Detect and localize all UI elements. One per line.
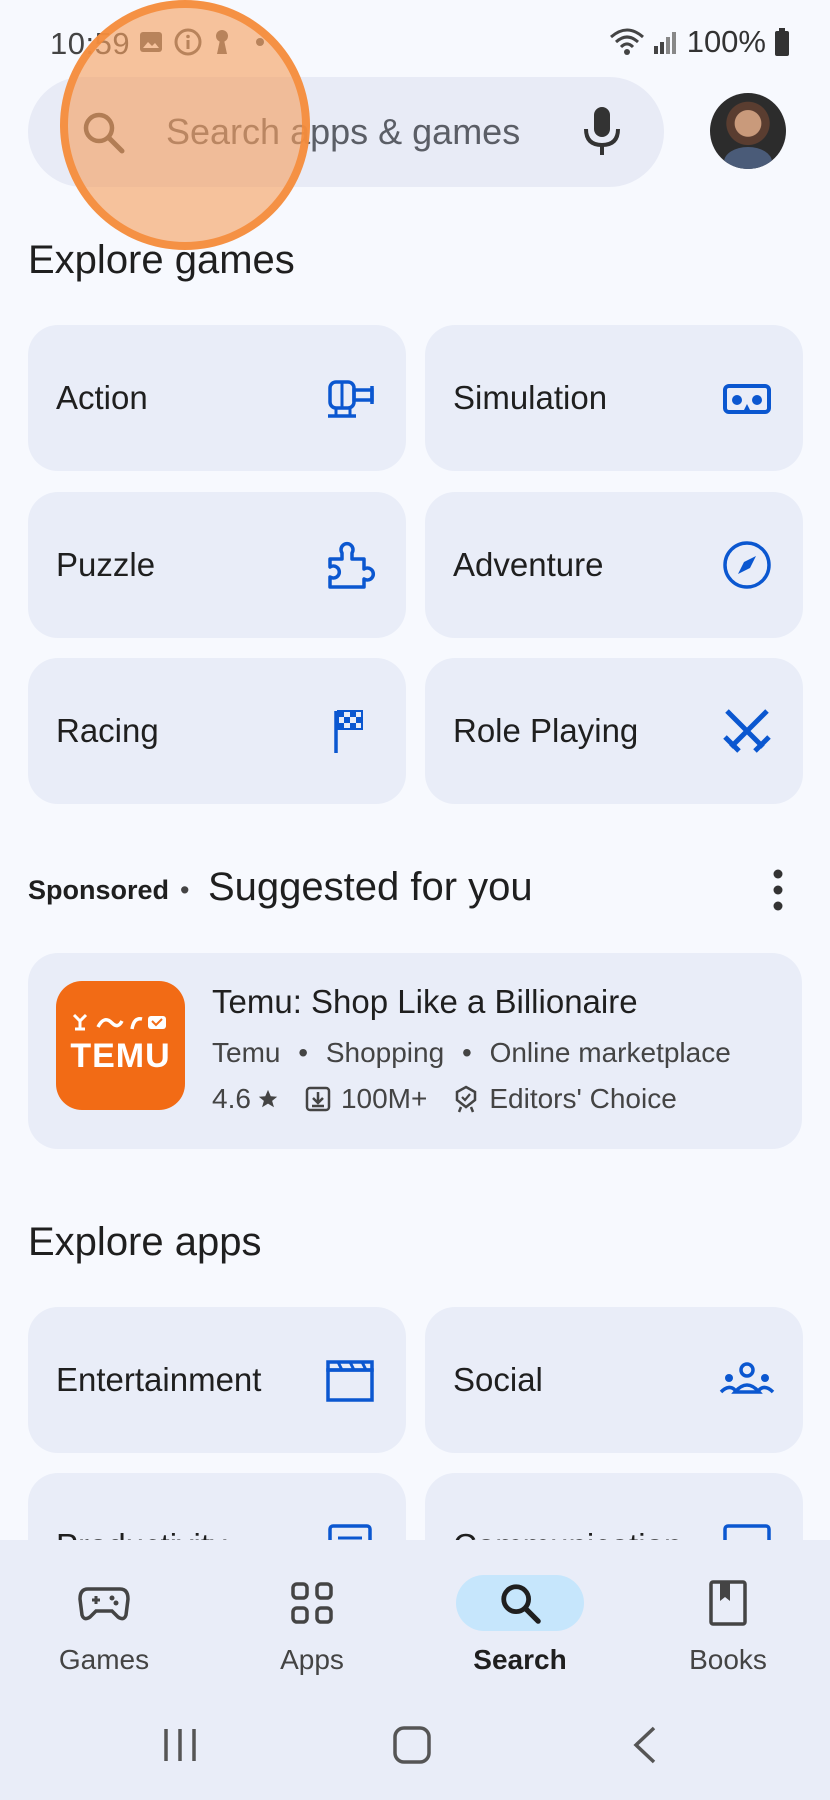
apps-grid-icon: [291, 1582, 333, 1624]
info-icon: [174, 28, 202, 56]
crossed-swords-icon: [723, 709, 771, 753]
explore-apps-title: Explore apps: [28, 1220, 262, 1264]
book-icon: [709, 1580, 747, 1626]
category-tile-entertainment[interactable]: Entertainment: [28, 1307, 406, 1453]
app-badge: Editors' Choice: [489, 1083, 677, 1114]
suggested-header: Sponsored • Suggested for you: [28, 865, 788, 915]
tile-label: Racing: [56, 712, 159, 749]
tile-label: Social: [453, 1361, 543, 1398]
app-stats: 4.6 100M+ Editors' Choice: [212, 1083, 677, 1115]
battery-percent: 100%: [686, 24, 766, 59]
recent-apps-icon[interactable]: [160, 1725, 200, 1765]
bottom-navigation: Games Apps Search Books: [0, 1540, 830, 1800]
people-icon: [719, 1362, 775, 1394]
meta-separator: •: [298, 1037, 309, 1068]
separator-dot: •: [180, 875, 190, 905]
nav-books[interactable]: Books: [648, 1568, 808, 1676]
keyhole-icon: [216, 30, 228, 54]
category-tile-racing[interactable]: Racing: [28, 658, 406, 804]
category-tile-adventure[interactable]: Adventure: [425, 492, 803, 638]
gamepad-icon: [78, 1587, 130, 1621]
search-bar[interactable]: [28, 77, 664, 187]
notification-icons: [138, 28, 264, 56]
image-icon: [140, 32, 162, 52]
account-avatar[interactable]: [710, 93, 786, 169]
download-icon: [305, 1086, 331, 1112]
compass-icon: [723, 541, 771, 589]
clapperboard-icon: [326, 1360, 374, 1402]
app-tag: Online marketplace: [489, 1037, 731, 1068]
nav-label: Games: [58, 1644, 150, 1675]
editors-choice-icon: [456, 1085, 477, 1113]
nav-label: Apps: [280, 1644, 344, 1675]
app-name: Temu: Shop Like a Billionaire: [212, 983, 638, 1020]
nav-label: Search: [473, 1644, 567, 1675]
microphone-icon[interactable]: [580, 103, 624, 159]
back-icon[interactable]: [630, 1724, 660, 1766]
nav-games[interactable]: Games: [24, 1568, 184, 1676]
status-bar: 10:59 100%: [0, 0, 830, 80]
nav-search[interactable]: Search: [440, 1568, 600, 1676]
search-input[interactable]: [166, 105, 566, 159]
app-developer: Temu: [212, 1037, 281, 1068]
tile-label: Simulation: [453, 379, 608, 416]
explore-games-title: Explore games: [28, 238, 295, 282]
temu-logo-marks: [72, 1013, 166, 1031]
category-tile-social[interactable]: Social: [425, 1307, 803, 1453]
app-category: Shopping: [325, 1037, 445, 1068]
tile-label: Entertainment: [56, 1361, 262, 1398]
app-downloads: 100M+: [340, 1083, 428, 1114]
sponsored-app-card[interactable]: TEMU Temu: Shop Like a Billionaire Temu …: [28, 953, 802, 1149]
search-icon: [83, 112, 125, 154]
app-meta: Temu • Shopping • Online marketplace: [212, 1037, 731, 1069]
system-status: 100%: [609, 24, 790, 60]
category-tile-action[interactable]: Action: [28, 325, 406, 471]
app-logo: TEMU: [56, 981, 185, 1110]
checkered-flag-icon: [334, 710, 363, 753]
category-tile-role-playing[interactable]: Role Playing: [425, 658, 803, 804]
wifi-icon: [609, 28, 644, 55]
category-tile-simulation[interactable]: Simulation: [425, 325, 803, 471]
vr-headset-icon: [723, 384, 771, 414]
battery-icon: [775, 28, 789, 56]
signal-icon: [653, 32, 676, 54]
tile-label: Puzzle: [56, 546, 156, 583]
meta-separator: •: [461, 1037, 472, 1068]
more-notifications-dot: [256, 38, 264, 46]
search-icon: [501, 1584, 541, 1624]
category-tile-puzzle[interactable]: Puzzle: [28, 492, 406, 638]
app-rating: 4.6: [212, 1083, 251, 1114]
home-icon[interactable]: [392, 1724, 432, 1766]
helicopter-icon: [328, 380, 374, 418]
nav-apps[interactable]: Apps: [232, 1568, 392, 1676]
tile-label: Adventure: [453, 546, 604, 583]
active-indicator: [456, 1575, 584, 1631]
more-vert-icon[interactable]: [768, 867, 788, 913]
app-logo-text: TEMU: [70, 1037, 171, 1075]
sponsored-label: Sponsored: [28, 875, 170, 905]
tile-label: Action: [56, 379, 148, 416]
nav-label: Books: [689, 1644, 767, 1675]
tile-label: Role Playing: [453, 712, 639, 749]
suggested-title: Suggested for you: [208, 865, 533, 909]
star-icon: [258, 1089, 278, 1108]
status-time: 10:59: [50, 26, 131, 61]
puzzle-icon: [328, 542, 375, 589]
